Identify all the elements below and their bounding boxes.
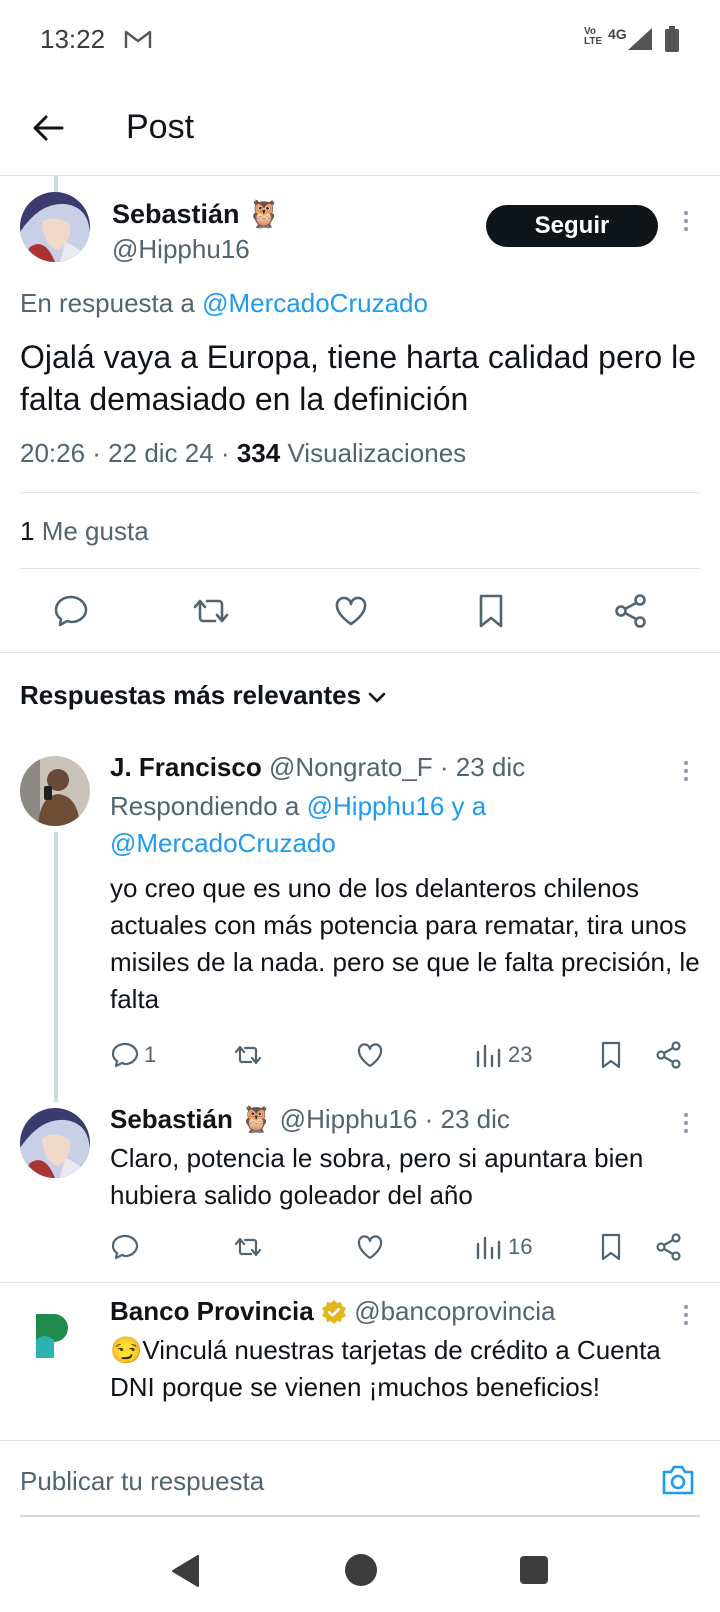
like-icon[interactable] xyxy=(355,1232,385,1262)
system-nav-bar xyxy=(0,1532,720,1612)
nav-back-icon[interactable] xyxy=(170,1554,202,1588)
more-options-icon[interactable] xyxy=(682,758,690,786)
reply-icon[interactable] xyxy=(52,592,90,630)
author-handle[interactable]: @Hipphu16 xyxy=(112,234,250,265)
input-underline xyxy=(20,1515,700,1517)
battery-icon xyxy=(665,26,679,52)
volte-indicator: Vo LTE xyxy=(584,26,603,47)
reply-text: yo creo que es uno de los delanteros chi… xyxy=(110,873,700,1014)
status-time: 13:22 xyxy=(40,24,106,54)
reply-author-name[interactable]: Sebastián 🦉 xyxy=(110,1104,272,1134)
divider xyxy=(0,1282,720,1283)
like-icon[interactable] xyxy=(355,1040,385,1070)
repost-icon[interactable] xyxy=(192,592,230,630)
status-bar: 13:22 Vo LTE 4G xyxy=(0,0,720,80)
reply-text: Claro, potencia le sobra, pero si apunta… xyxy=(110,1143,644,1210)
chevron-down-icon[interactable] xyxy=(366,686,388,708)
reply-input[interactable] xyxy=(20,1459,640,1503)
divider xyxy=(20,492,700,493)
like-icon[interactable] xyxy=(332,592,370,630)
replying-context: Respondiendo a @Hipphu16 y a @MercadoCru… xyxy=(110,791,487,858)
post-text: Ojalá vaya a Europa, tiene harta calidad… xyxy=(20,339,696,417)
back-arrow-icon[interactable] xyxy=(30,110,66,146)
bookmark-icon[interactable] xyxy=(472,592,510,630)
reply-author-name[interactable]: J. Francisco xyxy=(110,752,262,782)
reply-composer xyxy=(0,1440,720,1520)
verified-badge-icon xyxy=(321,1300,346,1324)
post-meta: 20:26 · 22 dic 24 · 334 Visualizaciones xyxy=(20,438,467,468)
thread-line-top xyxy=(54,176,58,192)
page-title: Post xyxy=(126,108,195,146)
network-type: 4G xyxy=(608,26,627,42)
reply-header: J. Francisco @Nongrato_F · 23 dic xyxy=(110,752,526,782)
nav-home-icon[interactable] xyxy=(345,1554,377,1586)
more-options-icon[interactable] xyxy=(682,208,690,236)
share-icon[interactable] xyxy=(612,592,650,630)
bookmark-icon[interactable] xyxy=(596,1232,626,1262)
camera-icon[interactable] xyxy=(660,1463,696,1497)
reply-header: Sebastián 🦉 @Hipphu16 · 23 dic xyxy=(110,1104,510,1134)
bookmark-icon[interactable] xyxy=(596,1040,626,1070)
more-options-icon[interactable] xyxy=(682,1302,690,1330)
reply-author-handle[interactable]: @Nongrato_F xyxy=(269,752,433,782)
follow-button[interactable]: Seguir xyxy=(486,205,658,247)
likes-summary[interactable]: 1 Me gusta xyxy=(20,516,149,547)
avatar[interactable] xyxy=(20,1108,90,1178)
divider xyxy=(0,652,720,653)
signal-icon xyxy=(628,28,652,50)
ad-header: Banco Provincia @bancoprovincia xyxy=(110,1296,556,1327)
avatar[interactable] xyxy=(20,756,90,826)
author-name[interactable]: Sebastián 🦉 xyxy=(112,198,281,230)
more-options-icon[interactable] xyxy=(682,1110,690,1138)
sort-replies-dropdown[interactable]: Respuestas más relevantes xyxy=(20,680,361,711)
reply-icon[interactable] xyxy=(110,1040,140,1070)
reply-author-handle[interactable]: @Hipphu16 xyxy=(280,1104,418,1134)
top-app-bar: Post xyxy=(0,80,720,176)
views-icon[interactable] xyxy=(474,1232,504,1262)
reply-icon[interactable] xyxy=(110,1232,140,1262)
reply-to-link[interactable]: @MercadoCruzado xyxy=(202,288,428,318)
views-icon[interactable] xyxy=(474,1040,504,1070)
reply-count: 1 xyxy=(144,1042,157,1067)
repost-icon[interactable] xyxy=(233,1232,263,1262)
avatar[interactable] xyxy=(20,192,90,262)
repost-icon[interactable] xyxy=(233,1040,263,1070)
share-icon[interactable] xyxy=(654,1040,684,1070)
ad-author-name[interactable]: Banco Provincia xyxy=(110,1296,314,1326)
views-count: 23 xyxy=(508,1042,533,1067)
nav-recents-icon[interactable] xyxy=(520,1556,548,1584)
views-count: 334 xyxy=(236,438,281,468)
ad-author-handle[interactable]: @bancoprovincia xyxy=(354,1296,555,1326)
gmail-icon xyxy=(124,30,152,48)
ad-text: 😏Vinculá nuestras tarjetas de crédito a … xyxy=(110,1335,661,1402)
share-icon[interactable] xyxy=(654,1232,684,1262)
reply-context: En respuesta a @MercadoCruzado xyxy=(20,288,428,318)
thread-line xyxy=(54,832,58,1102)
bank-logo[interactable] xyxy=(20,1300,90,1370)
views-count: 16 xyxy=(508,1234,533,1259)
divider xyxy=(20,568,700,569)
